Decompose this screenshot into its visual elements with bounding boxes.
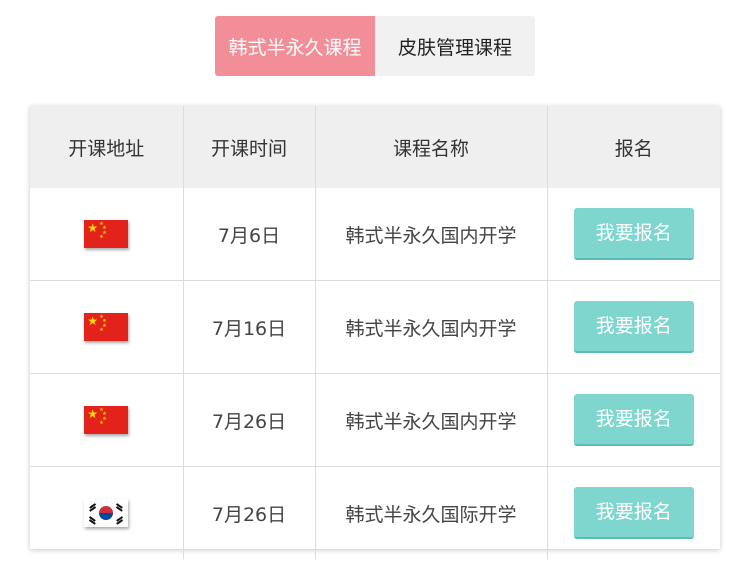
course-tabs: 韩式半永久课程 皮肤管理课程 (215, 16, 535, 76)
signup-button[interactable]: 我要报名 (573, 208, 694, 260)
korea-flag-icon (84, 499, 129, 527)
location-cell: ★ ★ ★ ★ ★ (30, 188, 184, 281)
course-cell: 韩式半永久国际开学 (315, 466, 548, 559)
tab-korean-semi-permanent[interactable]: 韩式半永久课程 (215, 16, 375, 76)
header-signup: 报名 (547, 106, 720, 188)
table-row: 7月26日 韩式半永久国际开学 我要报名 (30, 466, 720, 559)
location-cell: ★ ★ ★ ★ ★ (30, 373, 184, 467)
china-flag-icon: ★ ★ ★ ★ ★ (84, 406, 129, 434)
signup-cell: 我要报名 (547, 188, 720, 281)
signup-cell: 我要报名 (547, 280, 720, 374)
table-row: ★ ★ ★ ★ ★ 7月6日 韩式半永久国内开学 我要报名 (30, 188, 720, 281)
signup-cell: 我要报名 (547, 466, 720, 559)
location-cell (30, 466, 184, 559)
china-flag-icon: ★ ★ ★ ★ ★ (84, 313, 129, 341)
date-cell: 7月26日 (183, 373, 316, 467)
course-cell: 韩式半永久国内开学 (315, 280, 548, 374)
header-time: 开课时间 (183, 106, 316, 188)
date-cell: 7月16日 (183, 280, 316, 374)
date-cell: 7月26日 (183, 466, 316, 559)
signup-button[interactable]: 我要报名 (573, 301, 694, 353)
signup-cell: 我要报名 (547, 373, 720, 467)
schedule-table: 开课地址 开课时间 课程名称 报名 ★ ★ ★ ★ ★ 7月6日 韩式半永久国内开学 我… (30, 106, 720, 559)
signup-button[interactable]: 我要报名 (573, 487, 694, 539)
china-flag-icon: ★ ★ ★ ★ ★ (84, 220, 129, 248)
signup-button[interactable]: 我要报名 (573, 394, 694, 446)
header-location: 开课地址 (30, 106, 184, 188)
location-cell: ★ ★ ★ ★ ★ (30, 280, 184, 374)
table-row: ★ ★ ★ ★ ★ 7月16日 韩式半永久国内开学 我要报名 (30, 280, 720, 374)
date-cell: 7月6日 (183, 188, 316, 281)
table-row: ★ ★ ★ ★ ★ 7月26日 韩式半永久国内开学 我要报名 (30, 373, 720, 467)
tab-skin-management[interactable]: 皮肤管理课程 (375, 16, 535, 76)
course-cell: 韩式半永久国内开学 (315, 373, 548, 467)
course-cell: 韩式半永久国内开学 (315, 188, 548, 281)
table-header-row: 开课地址 开课时间 课程名称 报名 (30, 106, 720, 188)
header-course-name: 课程名称 (315, 106, 548, 188)
